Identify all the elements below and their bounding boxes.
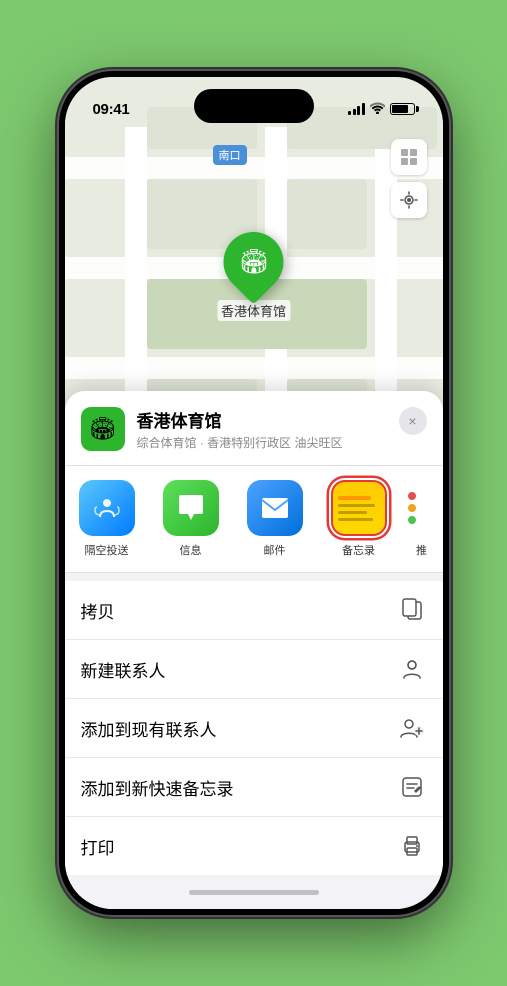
home-indicator bbox=[65, 875, 443, 909]
venue-name: 香港体育馆 bbox=[137, 407, 387, 432]
messages-label: 信息 bbox=[180, 542, 202, 558]
map-type-button[interactable] bbox=[391, 139, 427, 175]
action-new-contact-label: 新建联系人 bbox=[81, 657, 166, 682]
location-button[interactable] bbox=[391, 182, 427, 218]
action-new-contact[interactable]: 新建联系人 bbox=[65, 640, 443, 699]
quick-note-icon bbox=[397, 772, 427, 802]
bottom-sheet: 🏟 香港体育馆 综合体育馆 · 香港特别行政区 油尖旺区 × bbox=[65, 391, 443, 909]
action-add-contact[interactable]: 添加到现有联系人 bbox=[65, 699, 443, 758]
share-app-more[interactable]: 推 bbox=[401, 480, 443, 558]
more-label: 推 bbox=[416, 542, 427, 558]
close-button[interactable]: × bbox=[399, 407, 427, 435]
action-add-contact-label: 添加到现有联系人 bbox=[81, 716, 217, 741]
mail-icon[interactable] bbox=[247, 480, 303, 536]
venue-info: 香港体育馆 综合体育馆 · 香港特别行政区 油尖旺区 bbox=[137, 407, 387, 451]
action-quick-note[interactable]: 添加到新快速备忘录 bbox=[65, 758, 443, 817]
share-app-messages[interactable]: 信息 bbox=[149, 480, 233, 558]
status-icons bbox=[348, 102, 415, 117]
venue-description: 综合体育馆 · 香港特别行政区 油尖旺区 bbox=[137, 434, 387, 451]
notes-icon[interactable] bbox=[331, 480, 387, 536]
print-icon bbox=[397, 831, 427, 861]
map-controls[interactable] bbox=[391, 139, 427, 218]
airdrop-label: 隔空投送 bbox=[85, 542, 129, 558]
notes-label: 备忘录 bbox=[342, 542, 375, 558]
share-app-airdrop[interactable]: 隔空投送 bbox=[65, 480, 149, 558]
action-print-label: 打印 bbox=[81, 834, 115, 859]
venue-header: 🏟 香港体育馆 综合体育馆 · 香港特别行政区 油尖旺区 × bbox=[65, 391, 443, 466]
signal-icon bbox=[348, 103, 365, 115]
action-copy[interactable]: 拷贝 bbox=[65, 581, 443, 640]
action-copy-label: 拷贝 bbox=[81, 598, 115, 623]
phone-screen: 09:41 bbox=[65, 77, 443, 909]
status-time: 09:41 bbox=[93, 101, 130, 118]
airdrop-icon[interactable] bbox=[79, 480, 135, 536]
phone-frame: 09:41 bbox=[59, 71, 449, 915]
action-print[interactable]: 打印 bbox=[65, 817, 443, 875]
mail-label: 邮件 bbox=[264, 542, 286, 558]
action-quick-note-label: 添加到新快速备忘录 bbox=[81, 775, 234, 800]
pin-icon: 🏟 bbox=[211, 220, 296, 305]
share-app-mail[interactable]: 邮件 bbox=[233, 480, 317, 558]
location-pin: 🏟 香港体育馆 bbox=[217, 232, 290, 321]
share-app-notes[interactable]: 备忘录 bbox=[317, 480, 401, 558]
new-contact-icon bbox=[397, 654, 427, 684]
copy-icon bbox=[397, 595, 427, 625]
share-apps-row: 隔空投送 信息 bbox=[65, 466, 443, 573]
wifi-icon bbox=[370, 102, 385, 117]
venue-icon: 🏟 bbox=[81, 407, 125, 451]
messages-icon[interactable] bbox=[163, 480, 219, 536]
add-contact-icon bbox=[397, 713, 427, 743]
action-rows: 拷贝 新建联系人 bbox=[65, 581, 443, 875]
home-bar bbox=[189, 890, 319, 895]
dynamic-island bbox=[194, 89, 314, 123]
map-label: 南口 bbox=[213, 145, 247, 165]
battery-icon bbox=[390, 103, 415, 115]
